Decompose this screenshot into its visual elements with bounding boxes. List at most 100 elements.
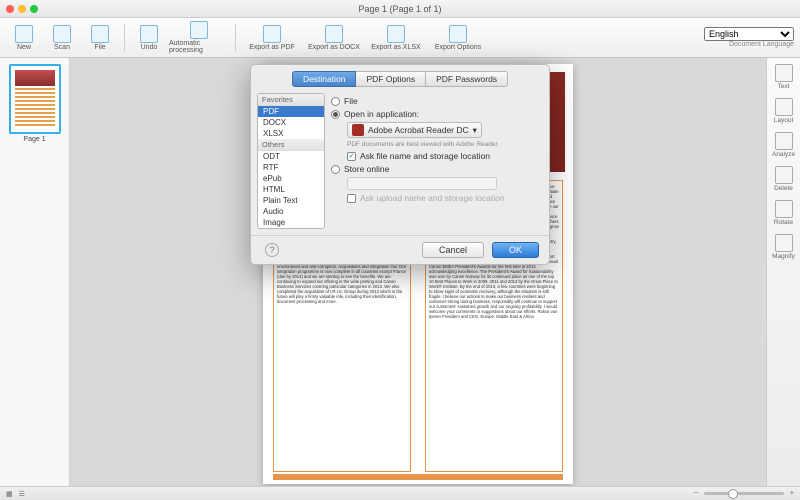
destination-options: File Open in application: Adobe Acrobat … [331, 93, 543, 229]
auto-processing-button[interactable]: Automatic processing [169, 20, 229, 56]
format-docx[interactable]: DOCX [258, 117, 324, 128]
ok-button[interactable]: OK [492, 242, 539, 258]
page-thumbnail-1[interactable] [9, 64, 61, 134]
text-tool-label: Text [778, 83, 790, 90]
pdf-icon [263, 25, 281, 43]
format-xlsx[interactable]: XLSX [258, 128, 324, 139]
export-options-label: Export Options [435, 44, 481, 51]
language-label: Document Language [729, 41, 794, 48]
zoom-slider[interactable] [704, 492, 784, 495]
layout-icon [775, 98, 793, 116]
text-tool[interactable]: Text [772, 64, 796, 90]
radio-file[interactable] [331, 97, 340, 106]
format-plain-text[interactable]: Plain Text [258, 195, 324, 206]
export-xlsx-button[interactable]: Export as XLSX [366, 20, 426, 56]
new-label: New [17, 44, 31, 51]
thumbnail-panel: Page 1 [0, 58, 70, 486]
analyze-tool[interactable]: Analyze [772, 132, 796, 158]
format-pdf[interactable]: PDF [258, 106, 324, 117]
undo-button[interactable]: Undo [131, 20, 167, 56]
format-audio[interactable]: Audio [258, 206, 324, 217]
dialog-tabs: Destination PDF Options PDF Passwords [251, 65, 549, 87]
layout-tool[interactable]: Layout [772, 98, 796, 124]
format-rtf[interactable]: RTF [258, 162, 324, 173]
checkbox-ask-location[interactable] [347, 152, 356, 161]
export-options-dialog: Destination PDF Options PDF Passwords Fa… [250, 64, 550, 265]
page-footer-bar [273, 474, 563, 480]
help-button[interactable]: ? [265, 243, 279, 257]
window-title: Page 1 (Page 1 of 1) [0, 4, 800, 14]
application-select[interactable]: Adobe Acrobat Reader DC ▾ [347, 122, 482, 138]
file-icon [91, 25, 109, 43]
magnify-tool[interactable]: Magnify [772, 234, 796, 260]
undo-label: Undo [141, 44, 158, 51]
scan-icon [53, 25, 71, 43]
zoom-in-icon[interactable]: + [790, 490, 794, 497]
magnify-icon [775, 234, 793, 252]
option-ask-location-label: Ask file name and storage location [360, 151, 490, 161]
scan-label: Scan [54, 44, 70, 51]
titlebar: Page 1 (Page 1 of 1) [0, 0, 800, 18]
file-label: File [94, 44, 105, 51]
option-open-in-label: Open in application: [344, 109, 419, 119]
scan-button[interactable]: Scan [44, 20, 80, 56]
cancel-button[interactable]: Cancel [422, 242, 484, 258]
radio-open-in-app[interactable] [331, 110, 340, 119]
view-list-icon[interactable]: ☰ [19, 490, 25, 498]
pdf-viewer-hint: PDF documents are best viewed with Adobe… [347, 141, 543, 148]
tab-pdf-options[interactable]: PDF Options [356, 71, 426, 87]
separator [235, 24, 236, 52]
options-icon [449, 25, 467, 43]
delete-tool[interactable]: Delete [772, 166, 796, 192]
status-bar: ▦ ☰ − + [0, 486, 800, 500]
delete-icon [775, 166, 793, 184]
separator [124, 24, 125, 52]
option-file-label: File [344, 96, 358, 106]
zoom-out-icon[interactable]: − [694, 490, 698, 497]
undo-icon [140, 25, 158, 43]
format-odt[interactable]: ODT [258, 151, 324, 162]
dialog-body: Favorites PDF DOCX XLSX Others ODT RTF e… [251, 87, 549, 235]
option-store-online-row[interactable]: Store online [331, 164, 543, 174]
view-mode-icon[interactable]: ▦ [6, 490, 13, 498]
option-open-in-row[interactable]: Open in application: [331, 109, 543, 119]
export-pdf-label: Export as PDF [249, 44, 295, 51]
application-selector-row: Adobe Acrobat Reader DC ▾ [347, 122, 543, 138]
auto-icon [190, 21, 208, 39]
export-docx-button[interactable]: Export as DOCX [304, 20, 364, 56]
tab-destination[interactable]: Destination [292, 71, 357, 87]
rotate-tool[interactable]: Rotate [772, 200, 796, 226]
option-ask-location-row[interactable]: Ask file name and storage location [347, 151, 543, 161]
new-icon [15, 25, 33, 43]
language-selector: English Document Language [704, 27, 794, 48]
checkbox-ask-upload [347, 194, 356, 203]
auto-label: Automatic processing [169, 40, 229, 54]
xlsx-icon [387, 25, 405, 43]
language-select[interactable]: English [704, 27, 794, 41]
side-toolbar: Text Layout Analyze Delete Rotate Magnif… [766, 58, 800, 486]
tab-pdf-passwords[interactable]: PDF Passwords [426, 71, 508, 87]
docx-icon [325, 25, 343, 43]
option-store-online-label: Store online [344, 164, 389, 174]
export-pdf-button[interactable]: Export as PDF [242, 20, 302, 56]
format-epub[interactable]: ePub [258, 173, 324, 184]
delete-tool-label: Delete [774, 185, 793, 192]
format-list: Favorites PDF DOCX XLSX Others ODT RTF e… [257, 93, 325, 229]
new-button[interactable]: New [6, 20, 42, 56]
export-xlsx-label: Export as XLSX [371, 44, 420, 51]
format-header-favorites: Favorites [258, 94, 324, 106]
option-file-row[interactable]: File [331, 96, 543, 106]
dialog-footer: ? Cancel OK [251, 235, 549, 264]
application-name: Adobe Acrobat Reader DC [368, 125, 469, 135]
text-icon [775, 64, 793, 82]
option-ask-upload-row: Ask upload name and storage location [347, 193, 543, 203]
format-header-others: Others [258, 139, 324, 151]
file-button[interactable]: File [82, 20, 118, 56]
acrobat-icon [352, 124, 364, 136]
export-options-button[interactable]: Export Options [428, 20, 488, 56]
rotate-icon [775, 200, 793, 218]
format-html[interactable]: HTML [258, 184, 324, 195]
format-image[interactable]: Image [258, 217, 324, 228]
radio-store-online[interactable] [331, 165, 340, 174]
analyze-tool-label: Analyze [772, 151, 795, 158]
